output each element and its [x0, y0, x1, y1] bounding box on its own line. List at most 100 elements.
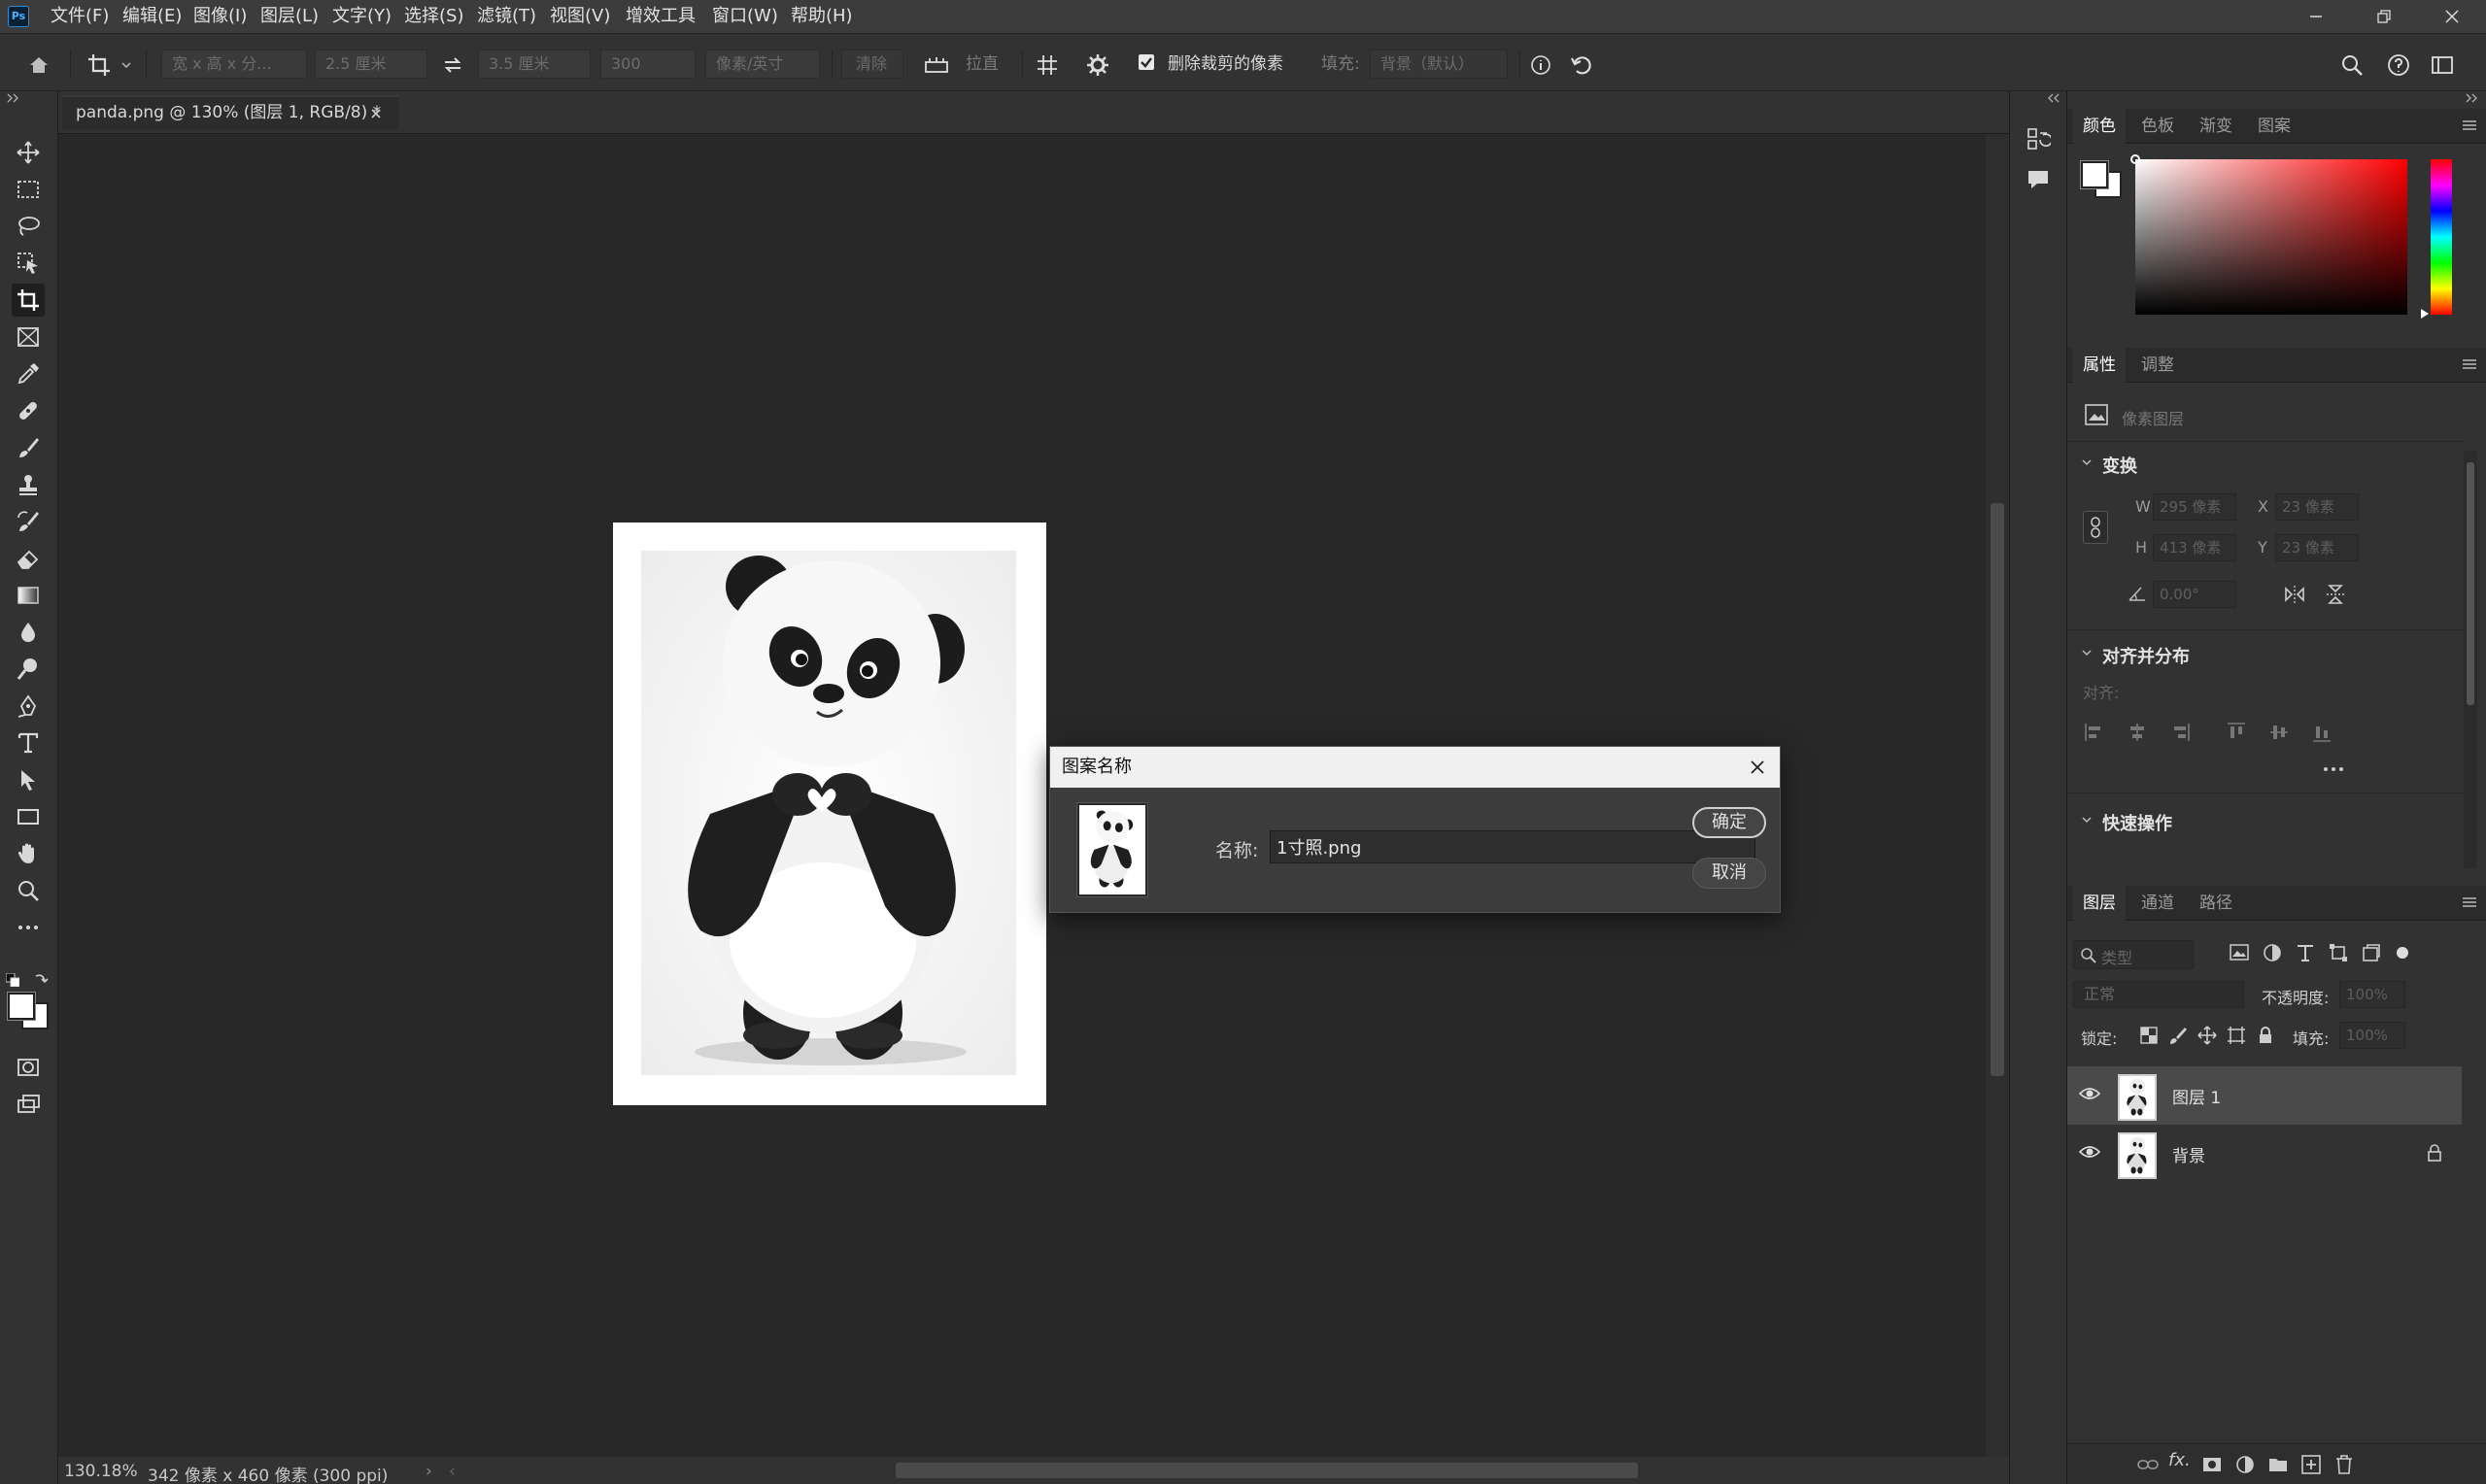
align-hcenter-button[interactable]	[2126, 721, 2149, 744]
menu-help[interactable]: 帮助(H)	[791, 4, 853, 29]
menu-plugins[interactable]: 增效工具	[626, 4, 696, 29]
document-tab[interactable]: panda.png @ 130% (图层 1, RGB/8) *	[62, 95, 398, 130]
quick-mask-button[interactable]	[12, 1051, 45, 1084]
filter-smart-object-button[interactable]	[2361, 942, 2382, 963]
hue-slider[interactable]	[2431, 159, 2452, 315]
crop-settings-button[interactable]	[1084, 51, 1111, 79]
straighten-button[interactable]	[923, 51, 950, 79]
lasso-tool[interactable]	[12, 210, 45, 243]
link-layers-button[interactable]	[2137, 1454, 2159, 1475]
properties-scrollbar[interactable]	[2464, 451, 2477, 868]
resolution-input[interactable]: 300	[600, 50, 696, 79]
hue-slider-handle[interactable]	[2421, 309, 2429, 319]
tab-channels[interactable]: 通道	[2131, 886, 2184, 921]
cancel-button[interactable]: 取消	[1692, 858, 1766, 889]
menu-edit[interactable]: 编辑(E)	[122, 4, 182, 29]
collapse-panels-button[interactable]	[2465, 93, 2480, 105]
info-button[interactable]	[1527, 51, 1554, 79]
eraser-tool[interactable]	[12, 542, 45, 575]
fx-icon[interactable]: fx.	[2168, 1450, 2194, 1475]
tab-adjustments[interactable]: 调整	[2131, 348, 2184, 383]
foreground-color-swatch[interactable]	[7, 992, 36, 1021]
width-field[interactable]: 295 像素	[2153, 493, 2236, 521]
delete-layer-button[interactable]	[2333, 1454, 2355, 1475]
chevron-down-icon[interactable]	[2081, 456, 2094, 470]
crop-tool-preset-button[interactable]	[85, 51, 113, 79]
menu-window[interactable]: 窗口(W)	[712, 4, 778, 29]
vertical-scrollbar[interactable]	[1986, 134, 2009, 1457]
x-field[interactable]: 23 像素	[2275, 493, 2359, 521]
lock-all-button[interactable]	[2256, 1026, 2275, 1045]
color-picker-field[interactable]	[2130, 154, 2407, 315]
help-button[interactable]	[2385, 51, 2412, 79]
align-left-button[interactable]	[2083, 721, 2106, 744]
menu-image[interactable]: 图像(I)	[193, 4, 247, 29]
chevron-down-icon[interactable]	[2081, 647, 2094, 660]
menu-view[interactable]: 视图(V)	[550, 4, 610, 29]
dodge-tool[interactable]	[12, 653, 45, 686]
align-section-title[interactable]: 对齐并分布	[2102, 643, 2190, 668]
opacity-field[interactable]: 100%	[2339, 981, 2405, 1008]
add-mask-button[interactable]	[2201, 1454, 2223, 1475]
layer-name[interactable]: 背景	[2172, 1142, 2205, 1166]
status-expand-arrow-icon[interactable]: ›	[426, 1462, 432, 1481]
crop-tool[interactable]	[12, 284, 45, 317]
screen-mode-button[interactable]	[12, 1088, 45, 1121]
align-vcenter-button[interactable]	[2267, 721, 2291, 744]
brush-tool[interactable]	[12, 431, 45, 464]
tab-layers[interactable]: 图层	[2073, 886, 2126, 921]
align-bottom-button[interactable]	[2310, 721, 2333, 744]
quick-actions-section-title[interactable]: 快速操作	[2102, 810, 2172, 835]
more-options-button[interactable]	[2322, 761, 2345, 777]
lock-position-button[interactable]	[2197, 1026, 2217, 1045]
lock-transparent-button[interactable]	[2139, 1026, 2159, 1045]
history-brush-tool[interactable]	[12, 505, 45, 538]
ratio-preset-select[interactable]: 宽 x 高 x 分...	[161, 50, 307, 79]
panel-menu-button[interactable]	[2461, 895, 2478, 911]
layer-row-layer-1[interactable]: 图层 1	[2067, 1066, 2462, 1125]
new-group-button[interactable]	[2267, 1454, 2289, 1475]
comments-panel-button[interactable]	[2026, 167, 2053, 194]
tab-color[interactable]: 颜色	[2073, 109, 2126, 144]
y-field[interactable]: 23 像素	[2275, 534, 2359, 561]
layer-filter-select[interactable]: 类型	[2073, 940, 2194, 969]
color-picker-handle[interactable]	[2130, 154, 2140, 164]
properties-scrollbar-thumb[interactable]	[2467, 462, 2474, 705]
pen-tool[interactable]	[12, 690, 45, 723]
collapse-toolbar-button[interactable]	[6, 93, 21, 105]
tab-patterns[interactable]: 图案	[2248, 109, 2300, 144]
blend-mode-select[interactable]: 正常	[2073, 981, 2244, 1008]
reset-crop-button[interactable]	[1568, 51, 1595, 79]
delete-cropped-checkbox[interactable]	[1137, 52, 1156, 72]
close-tab-button[interactable]	[369, 107, 385, 122]
flip-horizontal-button[interactable]	[2283, 583, 2306, 606]
minimize-button[interactable]	[2282, 0, 2350, 33]
tab-swatches[interactable]: 色板	[2131, 109, 2184, 144]
color-panel-foreground-swatch[interactable]	[2080, 160, 2109, 189]
type-tool[interactable]	[12, 726, 45, 759]
crop-width-input[interactable]: 2.5 厘米	[315, 50, 427, 79]
workspace-button[interactable]	[2429, 51, 2456, 79]
clear-button[interactable]: 清除	[841, 50, 903, 79]
swap-colors-button[interactable]	[33, 971, 51, 987]
close-window-button[interactable]	[2418, 0, 2486, 33]
filter-pixel-button[interactable]	[2229, 942, 2250, 963]
search-button[interactable]	[2338, 51, 2366, 79]
crop-height-input[interactable]: 3.5 厘米	[478, 50, 591, 79]
object-selection-tool[interactable]	[12, 247, 45, 280]
dialog-close-button[interactable]	[1745, 755, 1770, 780]
fill-select[interactable]: 背景（默认）	[1370, 50, 1508, 79]
marquee-tool[interactable]	[12, 173, 45, 206]
align-right-button[interactable]	[2168, 721, 2192, 744]
horizontal-scrollbar-thumb[interactable]	[896, 1463, 1638, 1478]
rectangle-tool[interactable]	[12, 800, 45, 833]
path-selection-tool[interactable]	[12, 763, 45, 796]
chevron-down-icon[interactable]	[2081, 814, 2094, 827]
blur-tool[interactable]	[12, 616, 45, 649]
flip-vertical-button[interactable]	[2324, 583, 2347, 606]
overlay-grid-button[interactable]	[1034, 51, 1061, 79]
tab-gradients[interactable]: 渐变	[2190, 109, 2242, 144]
move-tool[interactable]	[12, 136, 45, 169]
menu-filter[interactable]: 滤镜(T)	[477, 4, 536, 29]
hand-tool[interactable]	[12, 837, 45, 870]
